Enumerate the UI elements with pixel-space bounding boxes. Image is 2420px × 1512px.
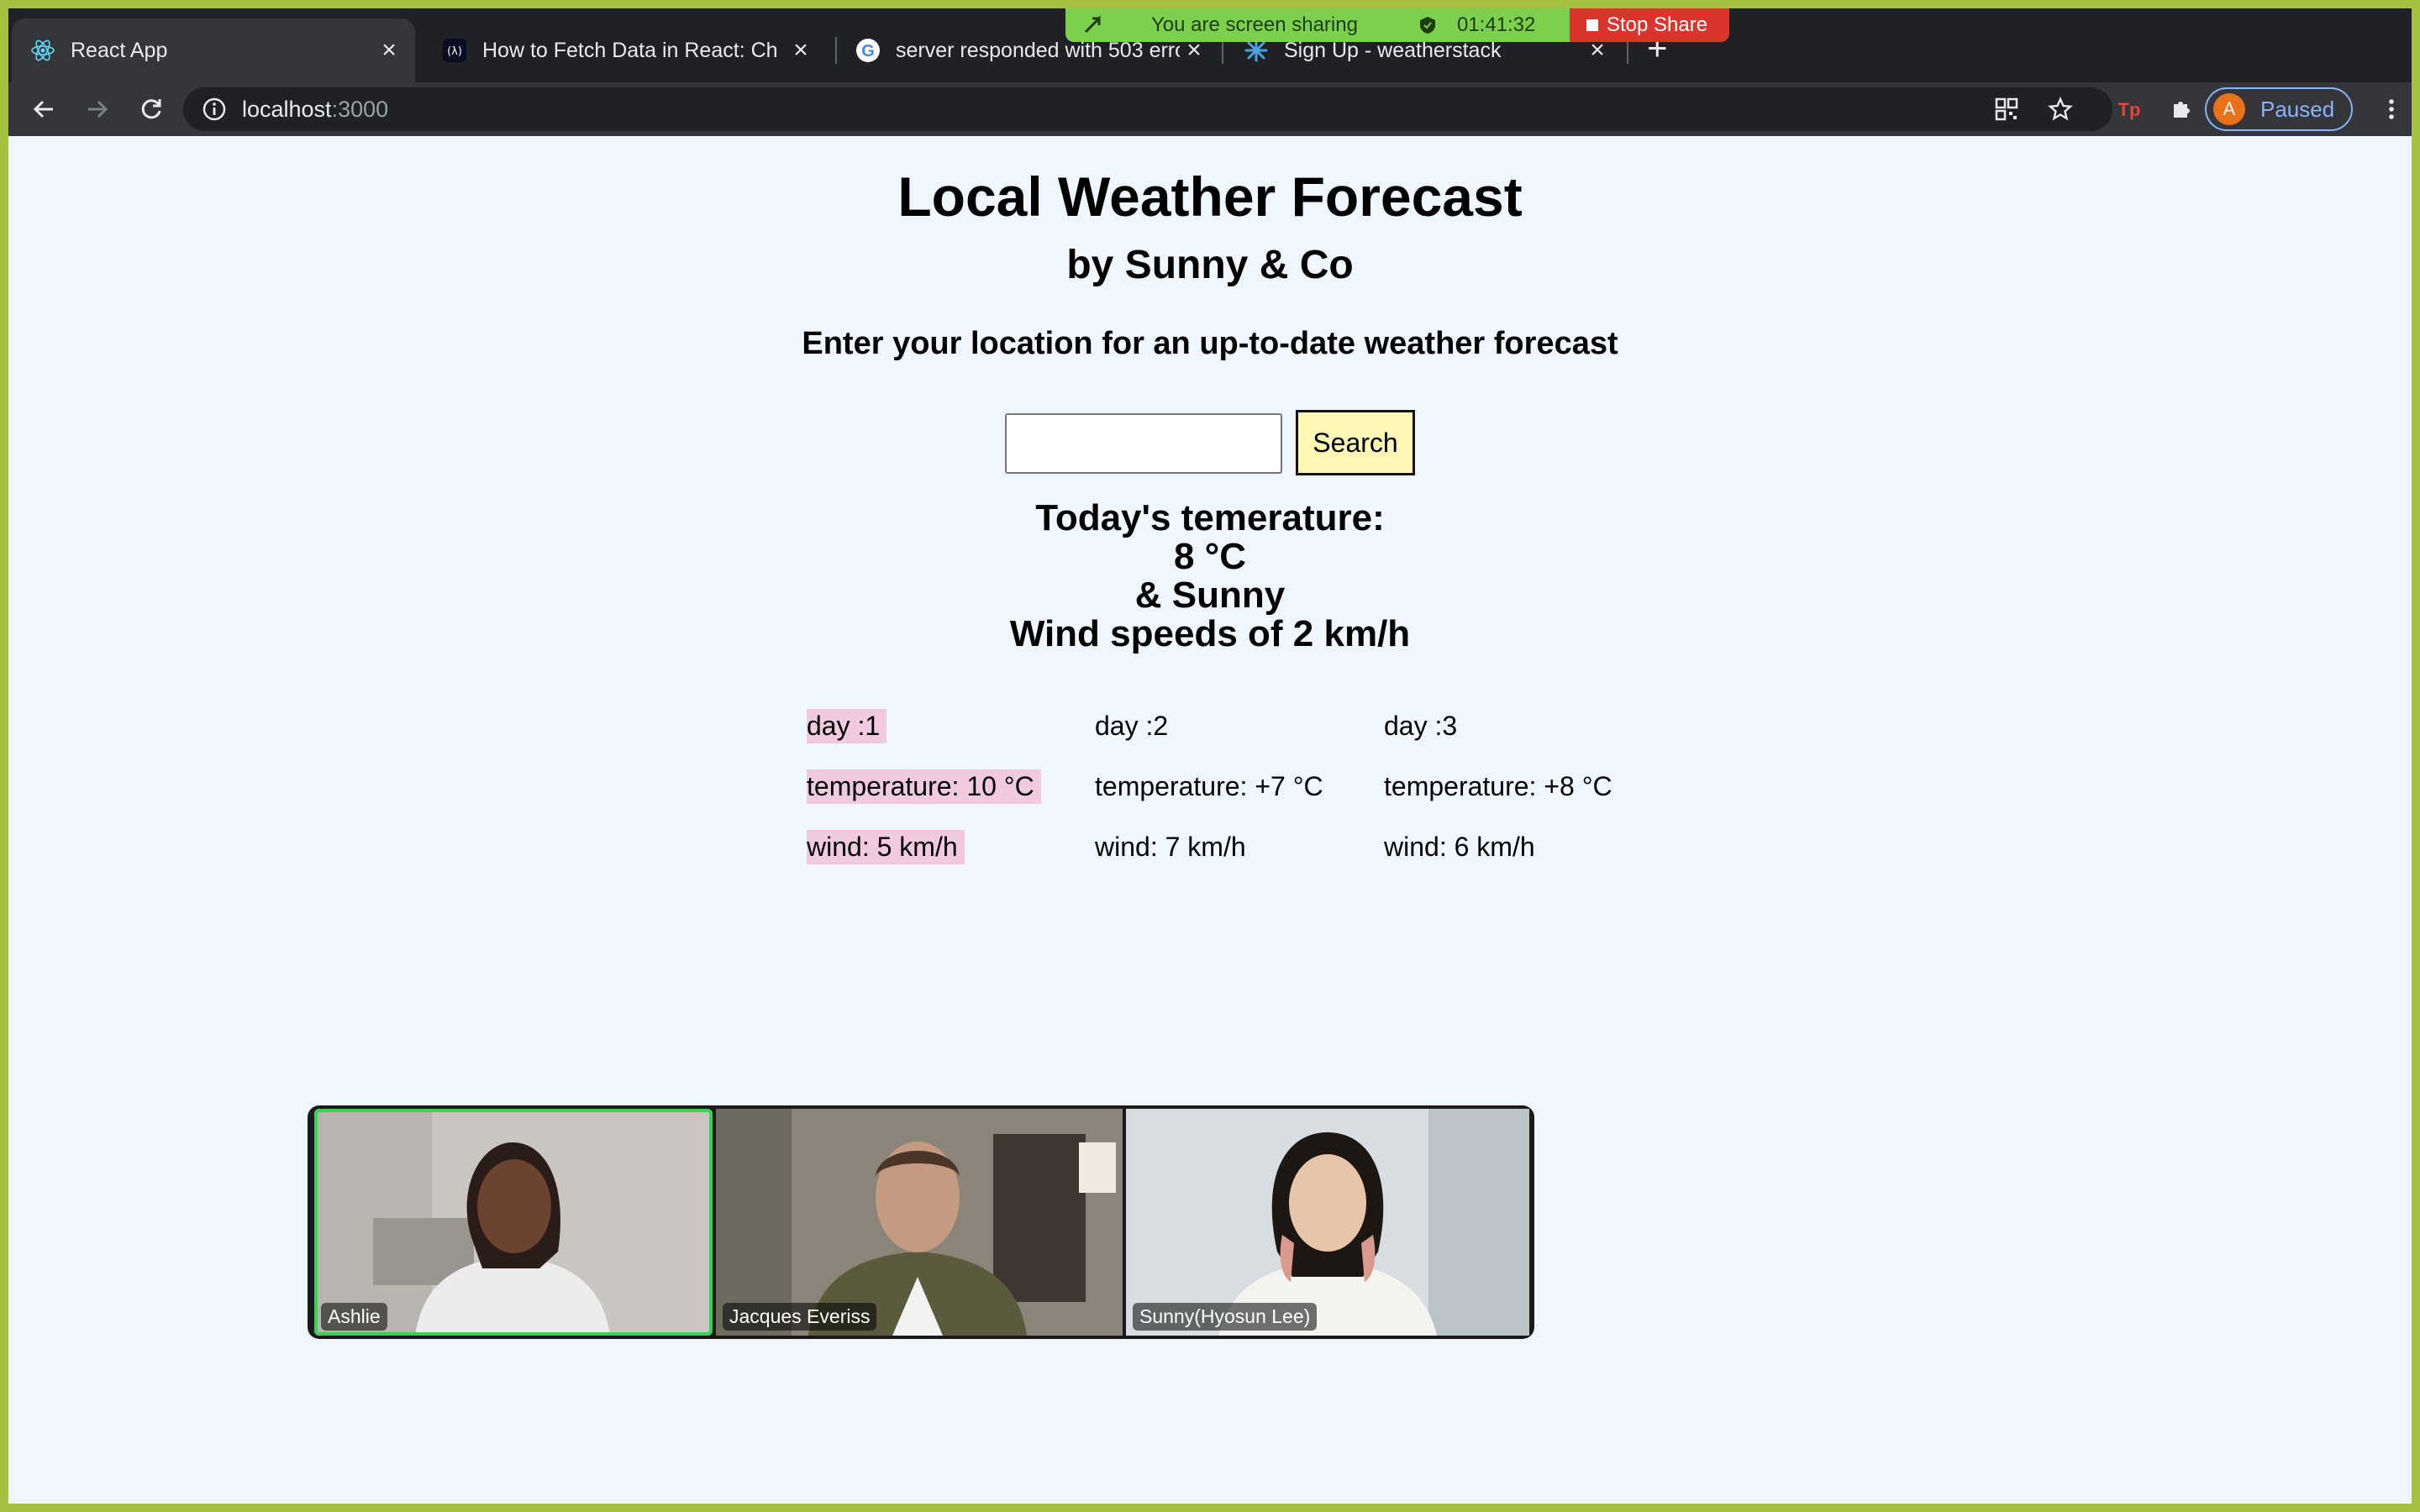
svg-text:(λ): (λ)	[447, 45, 462, 58]
share-status: You are screen sharing 01:41:32	[1065, 8, 1570, 42]
today-temperature: 8 °C	[1173, 536, 1247, 577]
forecast-day-label: day :1	[807, 709, 887, 743]
freecodecamp-icon: (λ)	[442, 38, 467, 63]
share-arrow-icon	[1082, 15, 1102, 35]
forward-arrow-icon	[88, 100, 108, 118]
participant-video	[716, 1109, 1123, 1336]
participant-name: Sunny(Hyosun Lee)	[1133, 1303, 1318, 1331]
today-summary: Today's temerature: 8 °C & Sunny Wind sp…	[8, 499, 2412, 654]
today-heading: Today's temerature:	[1035, 497, 1385, 538]
tab-title: React App	[71, 38, 168, 62]
tab-fetch-data[interactable]: (λ) How to Fetch Data in React: Ch ×	[424, 18, 827, 82]
video-tile-sunny[interactable]: Sunny(Hyosun Lee)	[1126, 1109, 1529, 1336]
participant-video	[1126, 1109, 1529, 1336]
participant-name: Ashlie	[321, 1303, 387, 1331]
video-tile-ashlie[interactable]: Ashlie	[314, 1109, 713, 1336]
extensions-puzzle-icon[interactable]	[2165, 92, 2198, 126]
forecast-temperature: temperature: +8 °C	[1384, 771, 1612, 801]
location-prompt: Enter your location for an up-to-date we…	[802, 326, 1618, 361]
avatar: A	[2213, 93, 2245, 125]
tab-strip: React App × (λ) How to Fetch Data in Rea…	[8, 8, 2412, 82]
screen-share-banner: You are screen sharing 01:41:32 Stop Sha…	[1065, 8, 1730, 42]
back-button[interactable]	[25, 91, 62, 128]
forecast-day-label: day :3	[1384, 711, 1458, 741]
qr-code-icon[interactable]	[1990, 92, 2023, 126]
info-icon[interactable]	[202, 97, 227, 122]
video-tile-jacques[interactable]: Jacques Everiss	[716, 1109, 1123, 1336]
svg-text:Tp: Tp	[2118, 99, 2141, 120]
forecast-temperature: temperature: 10 °C	[807, 769, 1041, 804]
url-text: localhost:3000	[242, 97, 388, 123]
forecast-wind: wind: 5 km/h	[807, 830, 965, 864]
extension-tp-icon[interactable]: Tp	[2112, 92, 2146, 126]
more-menu-icon[interactable]	[2375, 92, 2408, 126]
reload-button[interactable]	[133, 91, 170, 128]
page-subtitle: by Sunny & Co	[1066, 243, 1354, 287]
url-host: localhost	[242, 96, 332, 122]
participant-video	[314, 1109, 713, 1336]
stop-share-label: Stop Share	[1607, 13, 1708, 36]
close-icon[interactable]: ×	[786, 36, 815, 65]
url-port: :3000	[331, 96, 389, 122]
today-wind: Wind speeds of 2 km/h	[1009, 613, 1411, 654]
forecast-wind: wind: 6 km/h	[1384, 832, 1535, 862]
forward-button[interactable]	[79, 91, 116, 128]
profile-button[interactable]: A Paused	[2205, 87, 2353, 131]
svg-text:G: G	[861, 42, 875, 60]
address-bar[interactable]: localhost:3000	[183, 87, 2112, 131]
bookmark-star-icon[interactable]	[2044, 92, 2077, 126]
reload-icon	[141, 99, 161, 119]
google-icon: G	[855, 38, 881, 63]
page-title: Local Weather Forecast	[897, 165, 1523, 228]
back-arrow-icon	[33, 100, 53, 118]
search-button[interactable]: Search	[1296, 410, 1415, 475]
participant-name: Jacques Everiss	[723, 1303, 877, 1331]
stop-share-button[interactable]: Stop Share	[1570, 8, 1730, 42]
share-timer: 01:41:32	[1456, 13, 1536, 36]
close-icon[interactable]: ×	[375, 36, 403, 65]
location-search-input[interactable]	[1005, 413, 1282, 474]
forecast-temperature: temperature: +7 °C	[1095, 771, 1323, 801]
tab-title: How to Fetch Data in React: Ch	[482, 38, 778, 62]
today-condition: & Sunny	[1134, 575, 1286, 616]
forecast-wind: wind: 7 km/h	[1095, 832, 1246, 862]
profile-status: Paused	[2260, 96, 2335, 122]
tab-react-app[interactable]: React App ×	[12, 18, 415, 82]
shield-icon	[1418, 16, 1437, 34]
react-icon	[30, 38, 55, 63]
stop-icon	[1586, 19, 1598, 31]
forecast-day-label: day :2	[1095, 711, 1169, 741]
share-message: You are screen sharing	[1151, 13, 1358, 36]
browser-toolbar: localhost:3000 Tp A Paused	[8, 82, 2412, 136]
screen: React App × (λ) How to Fetch Data in Rea…	[8, 8, 2412, 1504]
video-call-strip[interactable]: Ashlie Jacques Everiss Sunny(Hyosun Lee)	[308, 1105, 1534, 1339]
